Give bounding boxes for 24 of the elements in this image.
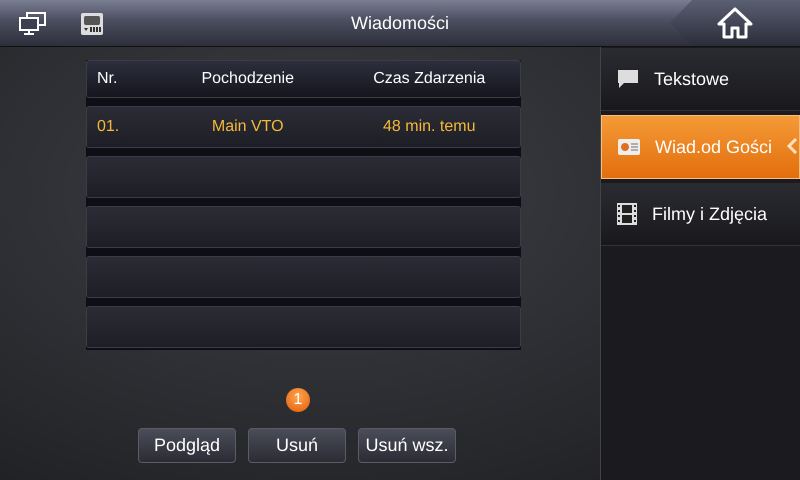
- column-header: Nr.: [96, 70, 118, 88]
- action-button[interactable]: Podgląd: [138, 428, 236, 463]
- window-title: Wiadomości: [350, 12, 450, 34]
- empty-row[interactable]: [86, 156, 521, 198]
- chevron-icon: [787, 138, 797, 154]
- network-icon[interactable]: [18, 12, 48, 36]
- message-row[interactable]: 01. Main VTO 48 min. temu: [86, 106, 521, 148]
- column-header: Czas Zdarzenia: [372, 70, 486, 88]
- empty-row[interactable]: [86, 256, 521, 298]
- sidebar-item[interactable]: Tekstowe: [601, 48, 800, 111]
- column-header: Pochodzenie: [200, 70, 295, 88]
- speech-bubble-icon: [616, 69, 640, 89]
- table-cell-text: Main VTO: [210, 118, 285, 136]
- empty-row[interactable]: [86, 206, 521, 248]
- action-button[interactable]: Usuń: [248, 428, 346, 463]
- sd-card-icon[interactable]: [80, 12, 104, 36]
- contact-card-icon: [617, 138, 641, 156]
- empty-row[interactable]: [86, 306, 521, 348]
- sidebar-item[interactable]: Filmy i Zdjęcia: [601, 183, 800, 246]
- action-button[interactable]: Usuń wsz.: [358, 428, 456, 463]
- home-icon: [717, 7, 753, 39]
- film-icon: [616, 202, 638, 226]
- table-cell-text: 01.: [96, 118, 120, 136]
- table-cell-text: 48 min. temu: [382, 118, 476, 136]
